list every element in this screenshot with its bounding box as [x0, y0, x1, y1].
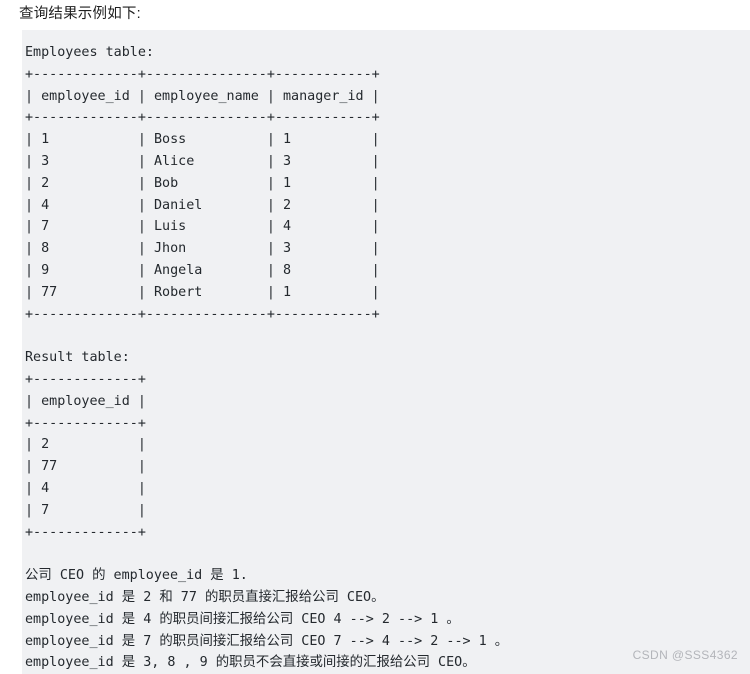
- explanation-line: employee_id 是 2 和 77 的职员直接汇报给公司 CEO。: [25, 589, 385, 605]
- result-table-top-separator: +-------------+: [25, 371, 146, 387]
- employees-table-header-row: | employee_id | employee_name | manager_…: [25, 88, 380, 104]
- employees-table-caption: Employees table:: [25, 45, 154, 60]
- table-row: | 3 | Alice | 3 |: [25, 153, 380, 169]
- code-block: Employees table: +-------------+--------…: [22, 30, 750, 674]
- result-table-bottom-separator: +-------------+: [25, 524, 146, 540]
- result-table-caption: Result table:: [25, 350, 130, 366]
- explanation-line: 公司 CEO 的 employee_id 是 1.: [25, 568, 248, 584]
- page-title: 查询结果示例如下:: [19, 6, 141, 22]
- table-row: | 77 |: [25, 459, 146, 475]
- table-row: | 4 | Daniel | 2 |: [25, 197, 380, 213]
- table-row: | 2 |: [25, 437, 146, 453]
- table-row: | 2 | Bob | 1 |: [25, 175, 380, 191]
- table-row: | 7 |: [25, 502, 146, 518]
- result-table-header-separator: +-------------+: [25, 415, 146, 431]
- table-row: | 8 | Jhon | 3 |: [25, 241, 380, 257]
- table-row: | 4 |: [25, 480, 146, 496]
- table-row: | 77 | Robert | 1 |: [25, 284, 380, 300]
- table-row: | 1 | Boss | 1 |: [25, 132, 380, 148]
- employees-table-top-separator: +-------------+---------------+---------…: [25, 66, 380, 82]
- explanation-line: employee_id 是 4 的职员间接汇报给公司 CEO 4 --> 2 -…: [25, 611, 460, 627]
- employees-table-bottom-separator: +-------------+---------------+---------…: [25, 306, 380, 322]
- csdn-watermark: CSDN @SSS4362: [632, 648, 738, 662]
- employees-table-header-separator: +-------------+---------------+---------…: [25, 110, 380, 126]
- result-table-header-row: | employee_id |: [25, 393, 146, 409]
- table-row: | 9 | Angela | 8 |: [25, 262, 380, 278]
- table-row: | 7 | Luis | 4 |: [25, 219, 380, 235]
